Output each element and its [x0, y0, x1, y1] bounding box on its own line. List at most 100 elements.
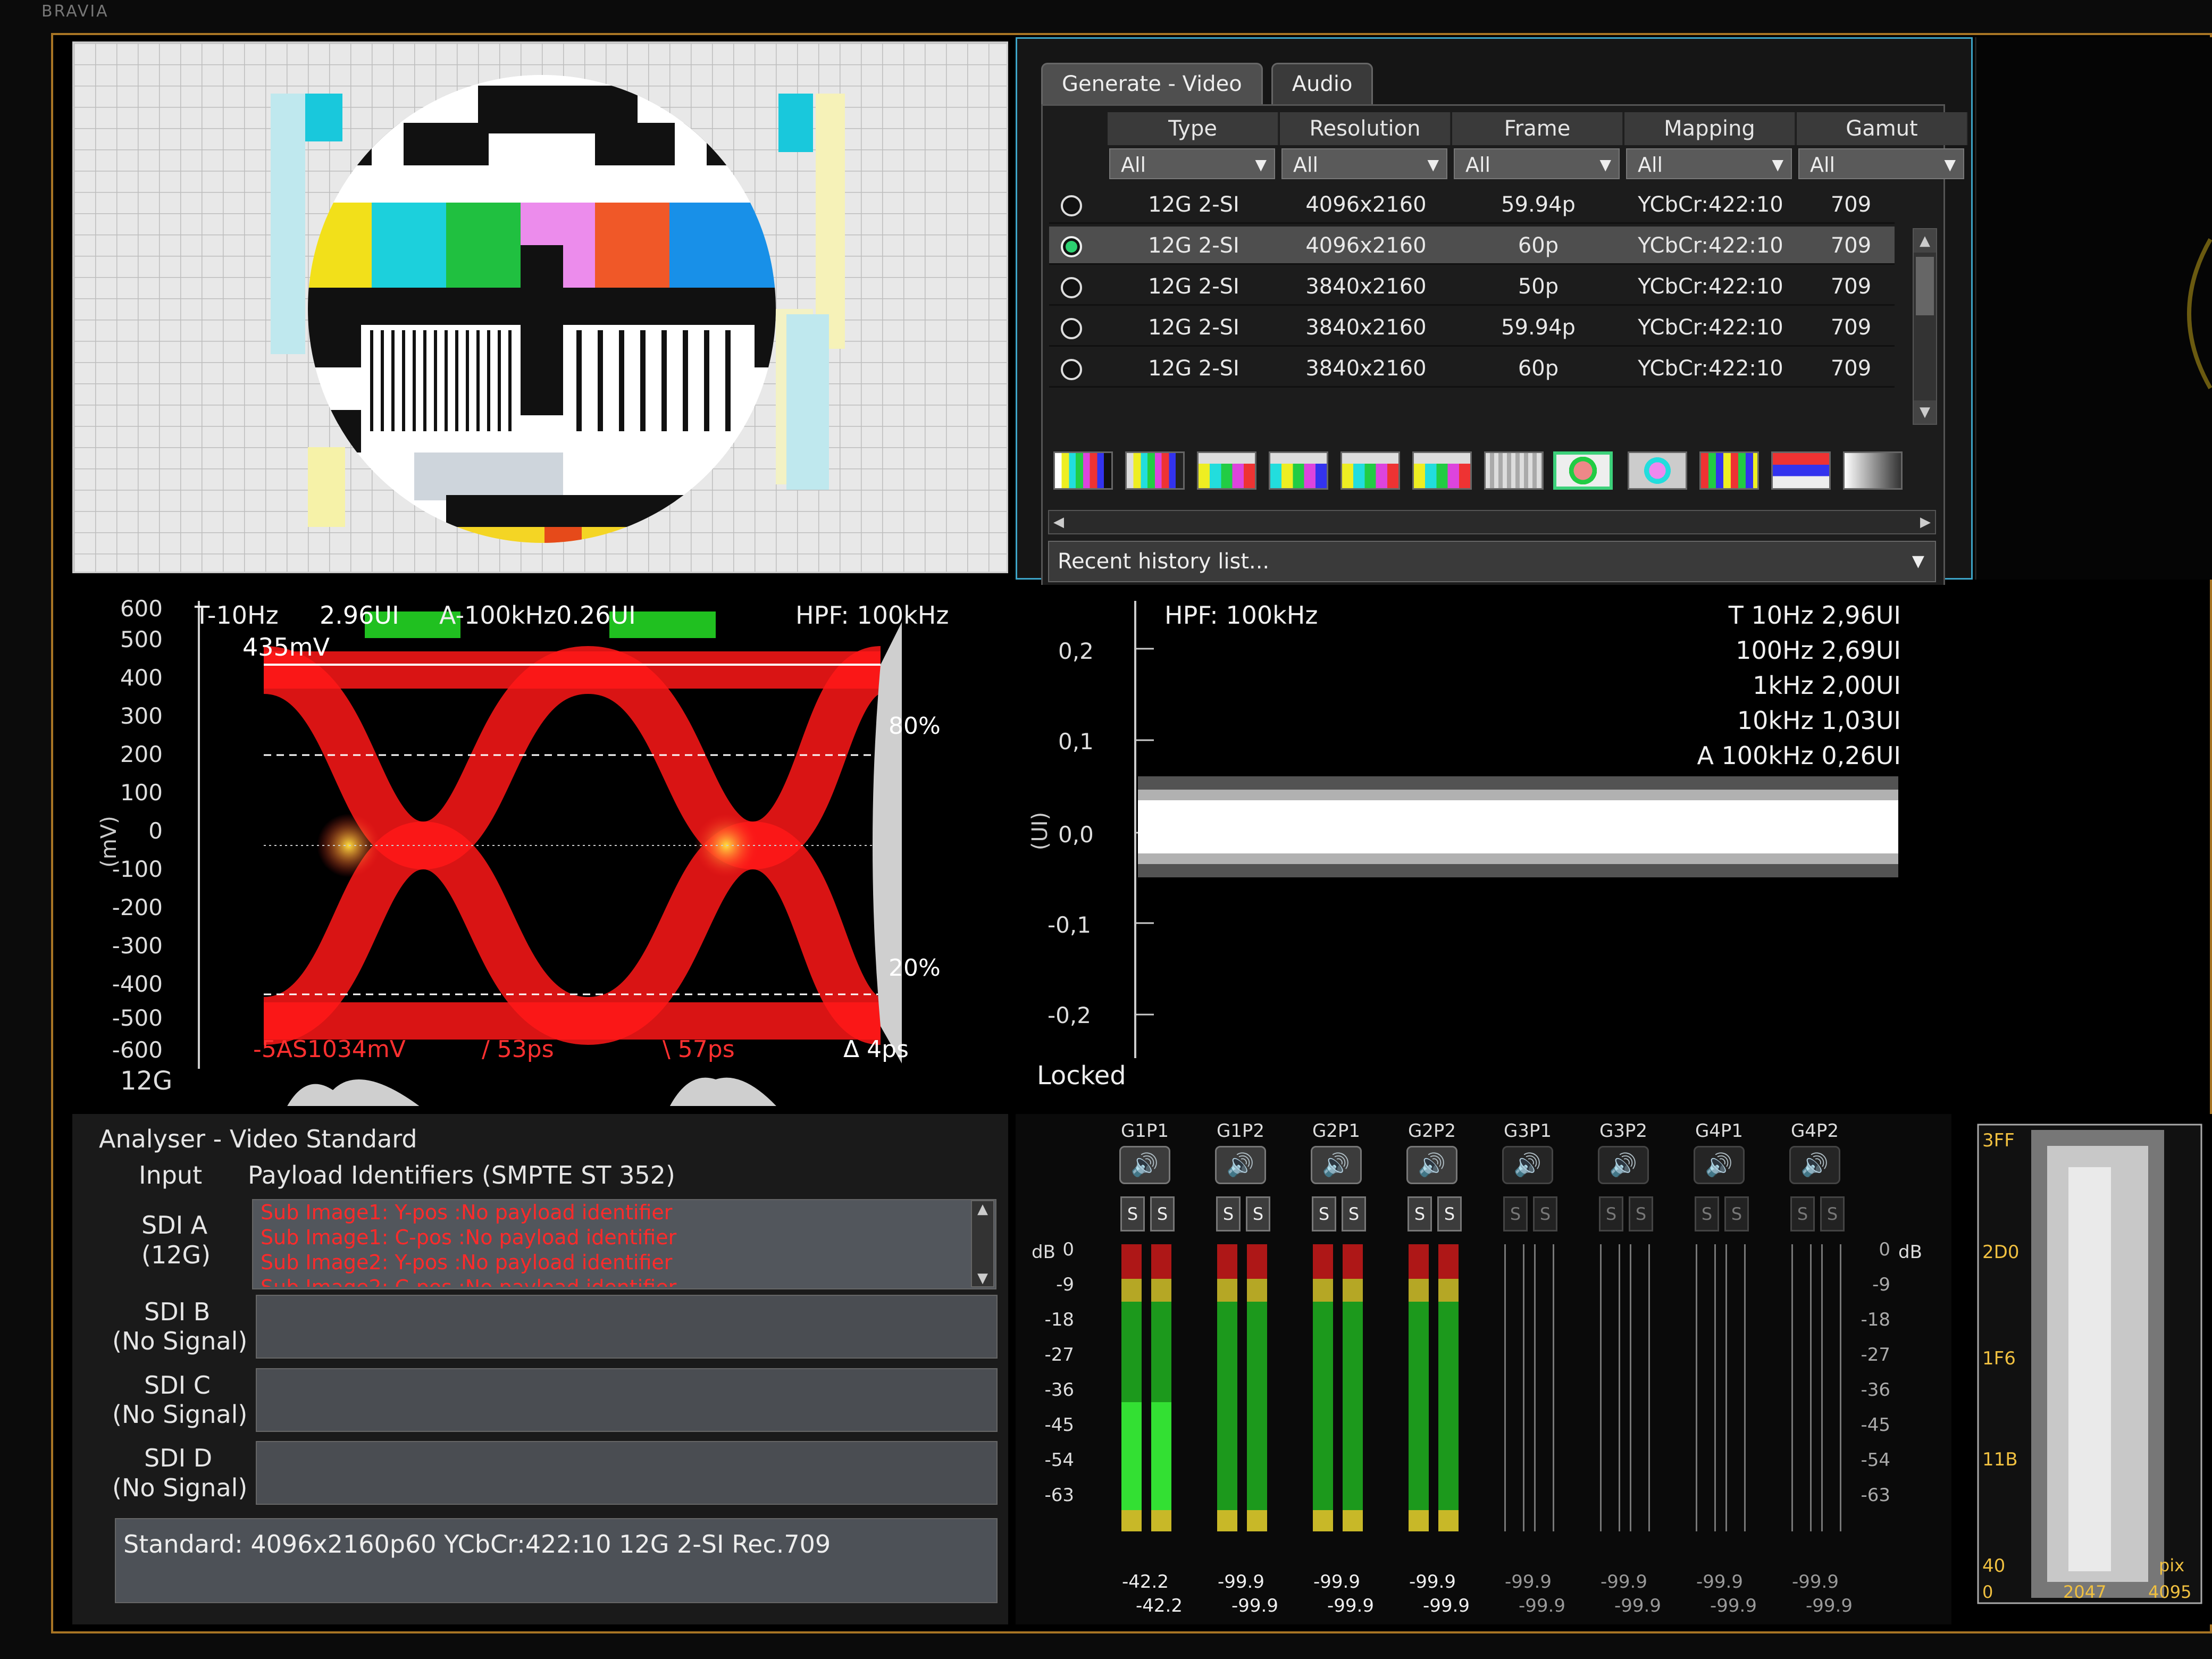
- channel-label: G2P1: [1312, 1120, 1361, 1142]
- filter-type-select[interactable]: All ▼: [1109, 148, 1275, 179]
- thumbnail-scrollbar[interactable]: ◀ ▶: [1048, 510, 1936, 534]
- error-message: Sub Image2: Y-pos :No payload identifier: [261, 1251, 673, 1274]
- payload-error-list[interactable]: Sub Image1: Y-pos :No payload identifier…: [252, 1199, 996, 1289]
- table-row[interactable]: 12G 2-SI 3840x2160 59.94p YCbCr:422:10 7…: [1049, 308, 1895, 347]
- tab-audio[interactable]: Audio: [1271, 63, 1373, 104]
- scroll-up-icon[interactable]: ▲: [1914, 229, 1936, 253]
- filter-gamut-select[interactable]: All ▼: [1798, 148, 1964, 179]
- solo-button[interactable]: S: [1120, 1196, 1145, 1231]
- meter-floor: [1343, 1510, 1363, 1531]
- y-tick: -500: [112, 1005, 163, 1031]
- column-header-resolution[interactable]: Resolution: [1280, 112, 1451, 145]
- channel-label: G1P2: [1216, 1120, 1265, 1142]
- column-header-type[interactable]: Type: [1108, 112, 1279, 145]
- radio-button-selected[interactable]: [1061, 236, 1082, 257]
- solo-button[interactable]: S: [1820, 1196, 1845, 1231]
- scroll-thumb[interactable]: [1916, 257, 1934, 315]
- speaker-icon[interactable]: 🔊: [1215, 1146, 1266, 1184]
- solo-button[interactable]: S: [1695, 1196, 1719, 1231]
- meter-segment: [1313, 1278, 1333, 1302]
- error-list-scrollbar[interactable]: ▲ ▼: [971, 1200, 994, 1287]
- pattern-thumb-multiburst[interactable]: [1484, 451, 1544, 490]
- column-header-mapping[interactable]: Mapping: [1624, 112, 1796, 145]
- solo-button[interactable]: S: [1407, 1196, 1432, 1231]
- filter-mapping-select[interactable]: All ▼: [1626, 148, 1792, 179]
- solo-button[interactable]: S: [1150, 1196, 1175, 1231]
- table-row[interactable]: 12G 2-SI 3840x2160 60p YCbCr:422:10 709: [1049, 349, 1895, 388]
- pattern-thumb-smpte-bars[interactable]: [1197, 451, 1256, 490]
- filter-frame-select[interactable]: All ▼: [1454, 148, 1620, 179]
- pattern-thumb-bars-3[interactable]: [1340, 451, 1400, 490]
- pattern-thumb-gradient[interactable]: [1843, 451, 1903, 490]
- radio-button[interactable]: [1061, 359, 1082, 380]
- meter-floor: [1438, 1510, 1459, 1531]
- db-scale-tick: -18: [1044, 1309, 1074, 1330]
- level-meter: [1409, 1244, 1429, 1531]
- scroll-up-icon[interactable]: ▲: [972, 1201, 993, 1217]
- scroll-down-icon[interactable]: ▼: [1914, 400, 1936, 424]
- table-scrollbar[interactable]: ▲ ▼: [1913, 228, 1937, 425]
- column-header-frame[interactable]: Frame: [1452, 112, 1623, 145]
- level-meter: [1121, 1244, 1142, 1531]
- table-row[interactable]: 12G 2-SI 3840x2160 50p YCbCr:422:10 709: [1049, 267, 1895, 306]
- level-meter: [1534, 1244, 1554, 1531]
- cell-gamut: 709: [1830, 233, 1872, 258]
- solo-button[interactable]: S: [1790, 1196, 1815, 1231]
- db-scale-tick: -54: [1044, 1449, 1074, 1471]
- solo-button[interactable]: S: [1246, 1196, 1270, 1231]
- tab-generate-video[interactable]: Generate - Video: [1041, 63, 1263, 104]
- table-row[interactable]: 12G 2-SI 4096x2160 59.94p YCbCr:422:10 7…: [1049, 186, 1895, 224]
- db-scale-tick: -18: [1861, 1309, 1890, 1330]
- peak-value: -42.2: [1122, 1571, 1169, 1593]
- speaker-icon[interactable]: 🔊: [1598, 1146, 1649, 1184]
- pattern-thumb-bars-4[interactable]: [1412, 451, 1472, 490]
- recent-history-dropdown[interactable]: Recent history list... ▼: [1048, 541, 1936, 582]
- pattern-thumb-color-bars[interactable]: [1053, 451, 1113, 490]
- pattern-thumb-checker[interactable]: [1699, 451, 1759, 490]
- radio-button[interactable]: [1061, 318, 1082, 339]
- solo-button[interactable]: S: [1629, 1196, 1653, 1231]
- waveform-level-label: 1F6: [1982, 1348, 2016, 1369]
- speaker-icon[interactable]: 🔊: [1502, 1146, 1553, 1184]
- solo-button[interactable]: S: [1503, 1196, 1528, 1231]
- pattern-thumb-ramps[interactable]: [1771, 451, 1831, 490]
- cell-type: 12G 2-SI: [1148, 192, 1239, 217]
- speaker-icon[interactable]: 🔊: [1694, 1146, 1745, 1184]
- filter-value: All: [1293, 153, 1319, 177]
- speaker-icon[interactable]: 🔊: [1119, 1146, 1170, 1184]
- pattern-thumb-color-bars-75[interactable]: [1125, 451, 1185, 490]
- scroll-down-icon[interactable]: ▼: [972, 1270, 993, 1286]
- speaker-icon[interactable]: 🔊: [1406, 1146, 1457, 1184]
- solo-button[interactable]: S: [1599, 1196, 1623, 1231]
- scroll-left-icon[interactable]: ◀: [1053, 511, 1064, 533]
- radio-button[interactable]: [1061, 277, 1082, 298]
- solo-button[interactable]: S: [1533, 1196, 1557, 1231]
- solo-button[interactable]: S: [1216, 1196, 1241, 1231]
- level-meter: [1313, 1244, 1333, 1531]
- pattern-thumb-bars-2[interactable]: [1269, 451, 1328, 490]
- solo-button[interactable]: S: [1342, 1196, 1366, 1231]
- column-header-gamut[interactable]: Gamut: [1797, 112, 1968, 145]
- level-meter: [1725, 1244, 1746, 1531]
- waveform-x-label: 4095: [2148, 1582, 2192, 1602]
- filter-resolution-select[interactable]: All ▼: [1281, 148, 1447, 179]
- pattern-thumb-circle-selected[interactable]: [1553, 451, 1613, 490]
- solo-button[interactable]: S: [1312, 1196, 1336, 1231]
- scroll-right-icon[interactable]: ▶: [1920, 511, 1931, 533]
- speaker-icon[interactable]: 🔊: [1789, 1146, 1840, 1184]
- eye-measure-amplitude: -5AS1034mV: [253, 1036, 406, 1063]
- meter-segment: [1217, 1244, 1237, 1279]
- level-meter: [1504, 1244, 1524, 1531]
- payload-label: Payload Identifiers (SMPTE ST 352): [248, 1161, 675, 1189]
- peak-value: -99.9: [1327, 1595, 1374, 1616]
- speaker-icon[interactable]: 🔊: [1311, 1146, 1362, 1184]
- table-row-selected[interactable]: 12G 2-SI 4096x2160 60p YCbCr:422:10 709: [1049, 227, 1895, 265]
- lock-status: Locked: [1037, 1061, 1126, 1091]
- sdi-c-payload-box: [256, 1368, 998, 1432]
- db-scale-tick: -45: [1861, 1414, 1890, 1436]
- solo-button[interactable]: S: [1437, 1196, 1462, 1231]
- radio-button[interactable]: [1061, 195, 1082, 216]
- solo-button[interactable]: S: [1724, 1196, 1749, 1231]
- eye-measure-rise: / 53ps: [482, 1036, 554, 1063]
- pattern-thumb-zone[interactable]: [1628, 451, 1687, 490]
